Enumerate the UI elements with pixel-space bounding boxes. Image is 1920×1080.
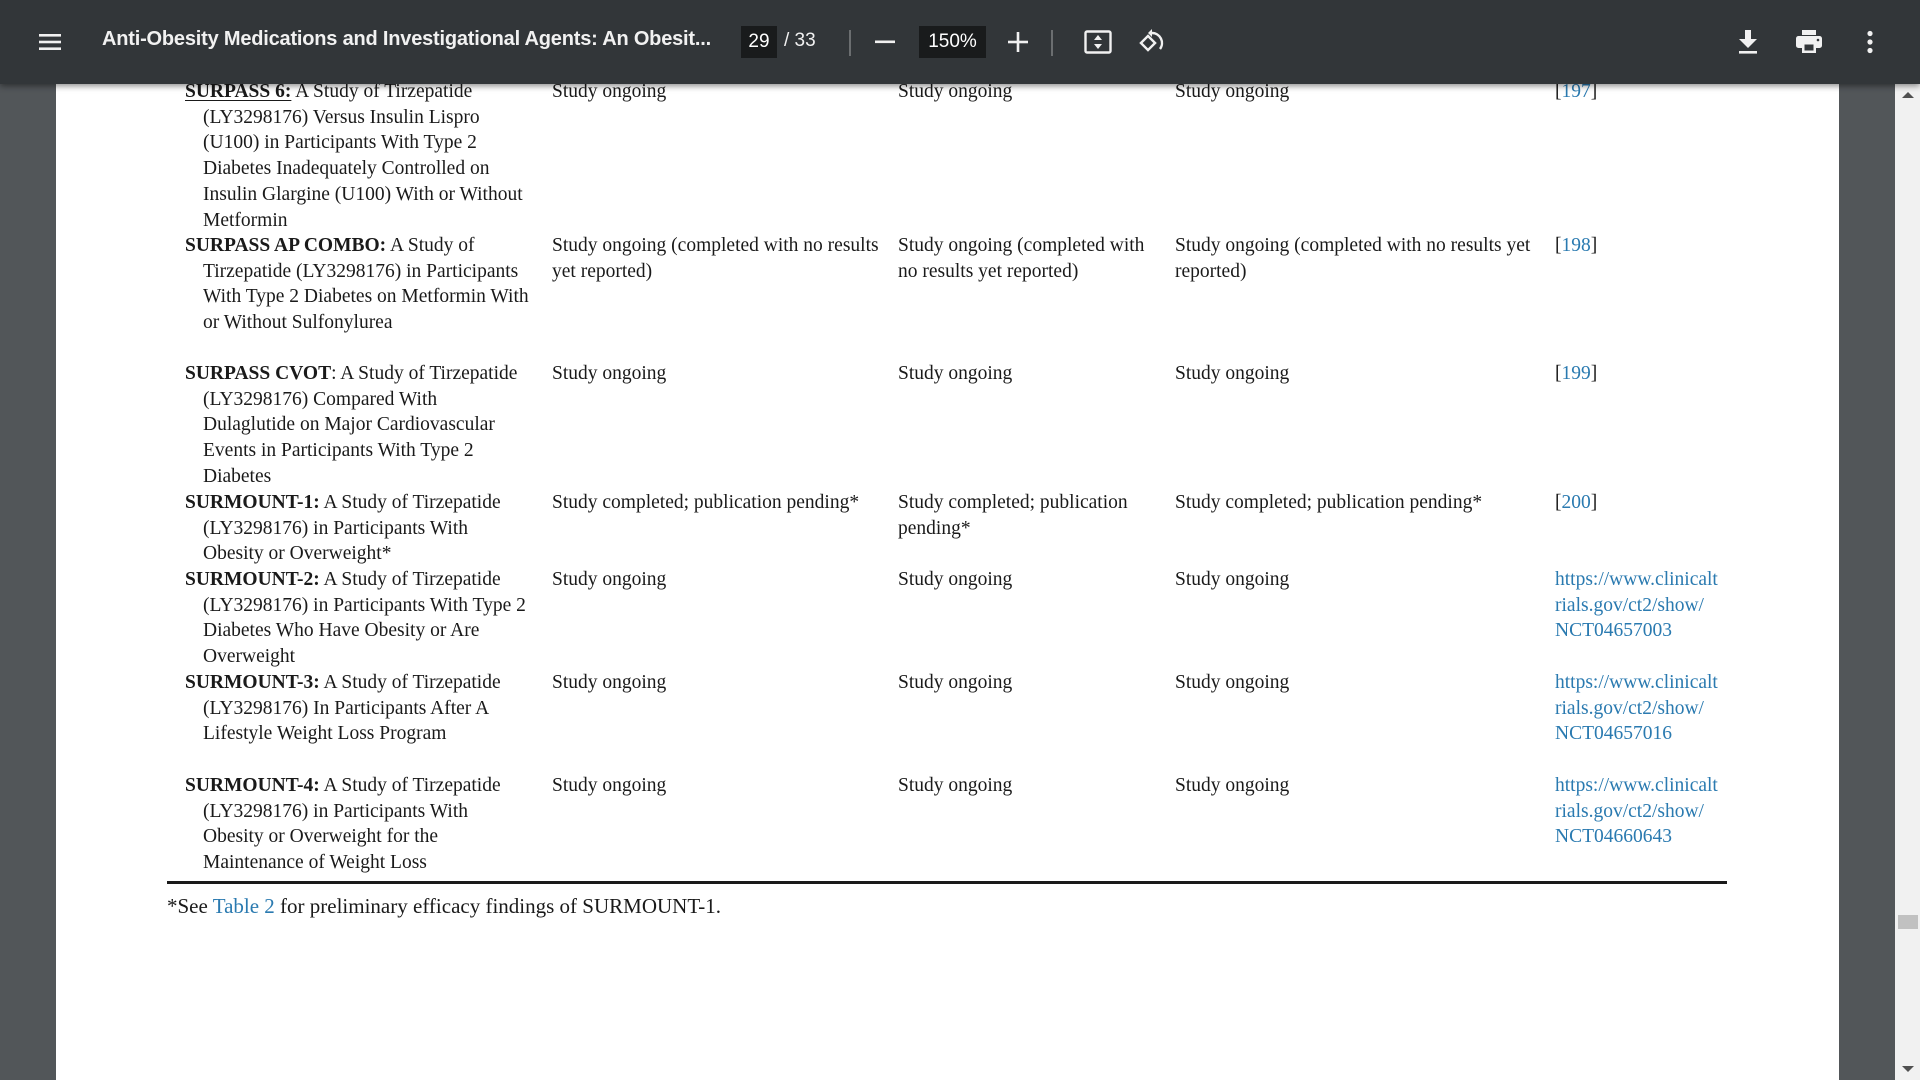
hamburger-menu-icon <box>39 34 61 50</box>
table-2-link[interactable]: Table 2 <box>213 894 275 918</box>
more-actions-button[interactable] <box>1852 22 1888 62</box>
trial-title-cell: SURMOUNT-1: A Study of Tirzepatide (LY32… <box>185 490 530 567</box>
zoom-level-input[interactable]: 150% <box>919 26 986 58</box>
trial-name: SURPASS CVOT <box>185 363 332 384</box>
scroll-down-arrow-icon[interactable] <box>1902 1066 1914 1072</box>
toolbar-divider <box>849 30 851 56</box>
status-cell: Study ongoing <box>898 569 1013 590</box>
reference-link[interactable]: 200 <box>1562 492 1591 513</box>
status-cell: Study ongoing (completed with no results… <box>898 235 1145 282</box>
status-cell: Study ongoing <box>552 672 667 693</box>
trial-name: SURPASS AP COMBO: <box>185 235 387 256</box>
trial-name: SURPASS 6: <box>185 81 292 102</box>
trial-title-cell: SURPASS AP COMBO: A Study of Tirzepatide… <box>185 233 530 336</box>
status-cell: Study completed; publication pending* <box>1175 492 1483 513</box>
status-cell: Study ongoing (completed with no results… <box>552 235 879 282</box>
status-cell: Study ongoing (completed with no results… <box>1175 235 1531 282</box>
toolbar-divider <box>1051 30 1053 56</box>
reference-cell: https://www.clinicaltrials.gov/ct2/show/… <box>1555 773 1730 850</box>
download-button[interactable] <box>1730 22 1766 62</box>
zoom-in-button[interactable] <box>1002 22 1034 62</box>
plus-icon <box>1008 32 1028 52</box>
fit-to-page-icon <box>1084 30 1112 54</box>
status-cell: Study ongoing <box>898 363 1013 384</box>
zoom-out-button[interactable] <box>869 22 901 62</box>
more-vertical-icon <box>1867 30 1873 54</box>
download-icon <box>1739 30 1757 54</box>
trial-name: SURMOUNT-1: <box>185 492 320 513</box>
status-cell: Study ongoing <box>1175 775 1290 796</box>
minus-icon <box>875 40 895 44</box>
scrollbar-thumb[interactable] <box>1898 915 1918 929</box>
status-cell: Study ongoing <box>552 363 667 384</box>
scroll-up-arrow-icon[interactable] <box>1902 92 1914 98</box>
print-icon <box>1796 30 1822 53</box>
trial-title-cell: SURMOUNT-4: A Study of Tirzepatide (LY32… <box>185 773 530 876</box>
reference-cell: [200] <box>1555 492 1598 513</box>
status-cell: Study completed; publication pending* <box>552 492 860 513</box>
clinicaltrials-link[interactable]: https://www.clinicaltrials.gov/ct2/show/… <box>1555 567 1718 644</box>
status-cell: Study completed; publication pending* <box>898 492 1128 539</box>
trial-title-cell: SURPASS CVOT: A Study of Tirzepatide (LY… <box>185 361 530 490</box>
trial-title-cell: SURMOUNT-2: A Study of Tirzepatide (LY32… <box>185 567 530 670</box>
reference-cell: https://www.clinicaltrials.gov/ct2/show/… <box>1555 567 1730 644</box>
reference-link[interactable]: 199 <box>1562 363 1591 384</box>
page-number-input[interactable]: 29 <box>741 26 777 58</box>
page-total: / 33 <box>784 30 816 51</box>
status-cell: Study ongoing <box>1175 672 1290 693</box>
status-cell: Study ongoing <box>552 775 667 796</box>
trial-title-cell: SURMOUNT-3: A Study of Tirzepatide (LY32… <box>185 670 530 747</box>
clinicaltrials-link[interactable]: https://www.clinicaltrials.gov/ct2/show/… <box>1555 773 1718 850</box>
reference-cell: [199] <box>1555 363 1598 384</box>
reference-cell: [198] <box>1555 235 1598 256</box>
pdf-page: SURPASS 6: A Study of Tirzepatide (LY329… <box>56 81 1839 1080</box>
trial-description: A Study of Tirzepatide (LY3298176) Versu… <box>203 81 523 231</box>
reference-cell: https://www.clinicaltrials.gov/ct2/show/… <box>1555 670 1730 747</box>
status-cell: Study ongoing <box>898 672 1013 693</box>
table-bottom-rule <box>167 881 1727 884</box>
clinicaltrials-link[interactable]: https://www.clinicaltrials.gov/ct2/show/… <box>1555 670 1718 747</box>
status-cell: Study ongoing <box>898 775 1013 796</box>
status-cell: Study ongoing <box>1175 363 1290 384</box>
fit-to-page-button[interactable] <box>1080 22 1116 62</box>
document-title: Anti-Obesity Medications and Investigati… <box>102 28 711 50</box>
trial-name: SURMOUNT-3: <box>185 672 320 693</box>
menu-button[interactable] <box>30 22 70 62</box>
vertical-scrollbar[interactable] <box>1895 84 1920 1080</box>
table-footnote: *See Table 2 for preliminary efficacy fi… <box>167 894 721 918</box>
rotate-button[interactable] <box>1134 22 1170 62</box>
trial-name: SURMOUNT-4: <box>185 775 320 796</box>
trial-title-cell: SURPASS 6: A Study of Tirzepatide (LY329… <box>185 79 530 233</box>
pdf-toolbar: Anti-Obesity Medications and Investigati… <box>0 0 1920 84</box>
print-button[interactable] <box>1790 22 1828 62</box>
reference-link[interactable]: 198 <box>1562 235 1591 256</box>
trial-name: SURMOUNT-2: <box>185 569 320 590</box>
rotate-counterclockwise-icon <box>1139 29 1164 52</box>
status-cell: Study ongoing <box>1175 569 1290 590</box>
status-cell: Study ongoing <box>552 569 667 590</box>
reference-link[interactable]: 197 <box>1562 81 1591 102</box>
